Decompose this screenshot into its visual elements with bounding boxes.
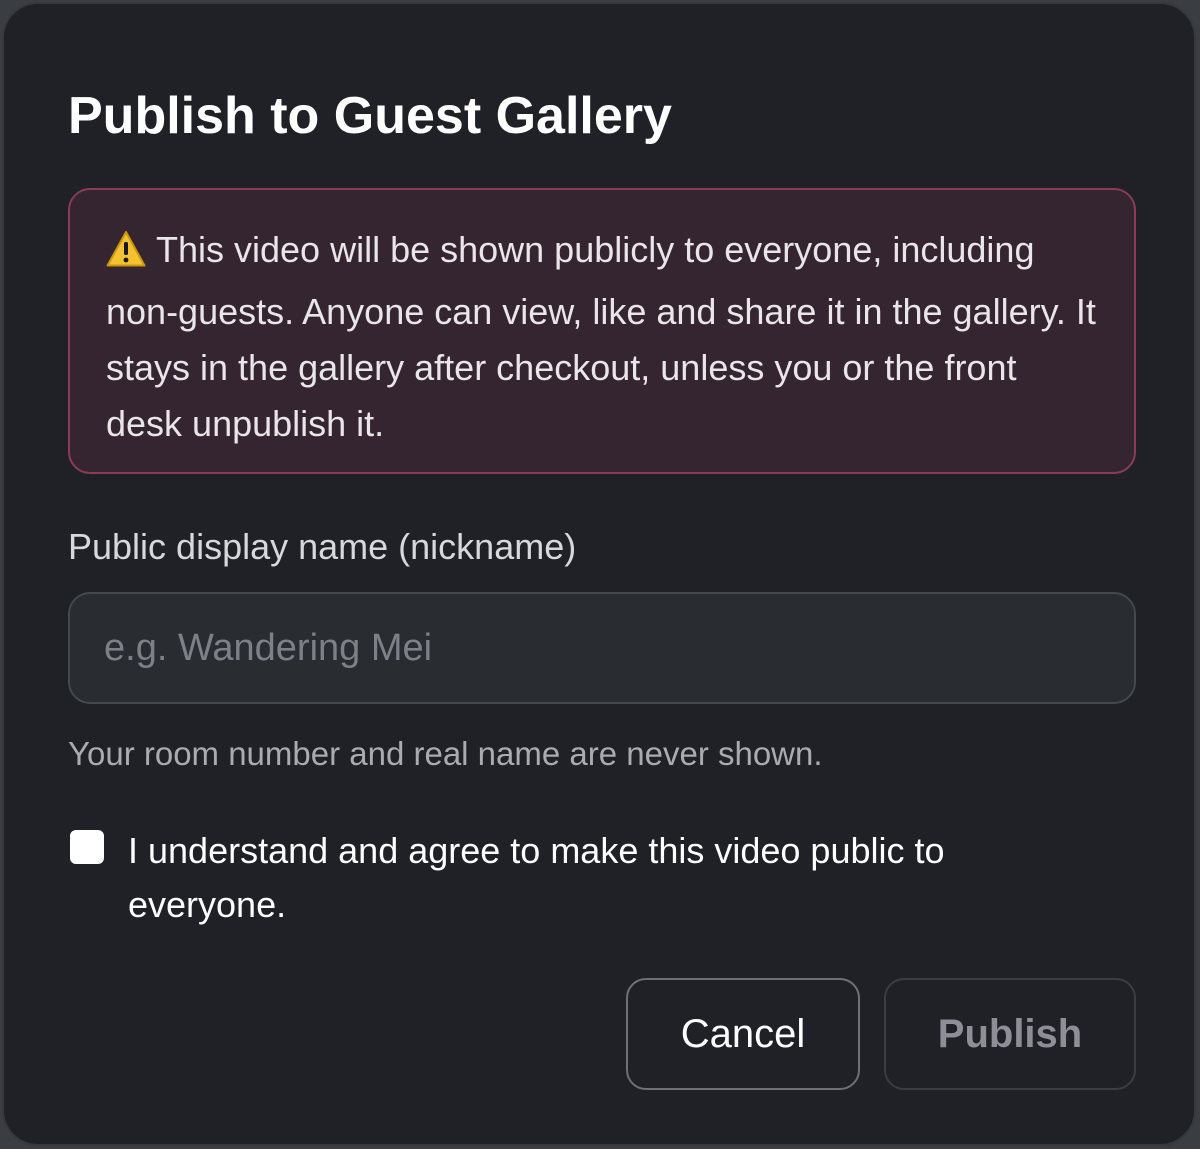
cancel-button[interactable]: Cancel <box>626 978 860 1090</box>
dialog-title: Publish to Guest Gallery <box>68 87 672 145</box>
publish-button[interactable]: Publish <box>884 978 1136 1090</box>
nickname-input[interactable] <box>68 592 1136 704</box>
public-warning-box: This video will be shown publicly to eve… <box>68 188 1136 474</box>
warning-text: This video will be shown publicly to eve… <box>106 229 1096 444</box>
consent-label[interactable]: I understand and agree to make this vide… <box>128 824 1048 932</box>
privacy-hint: Your room number and real name are never… <box>68 735 823 772</box>
publish-dialog: Publish to Guest Gallery This video will… <box>2 2 1196 1146</box>
warning-icon <box>106 228 146 284</box>
nickname-label: Public display name (nickname) <box>68 526 577 567</box>
consent-checkbox[interactable] <box>70 830 104 864</box>
